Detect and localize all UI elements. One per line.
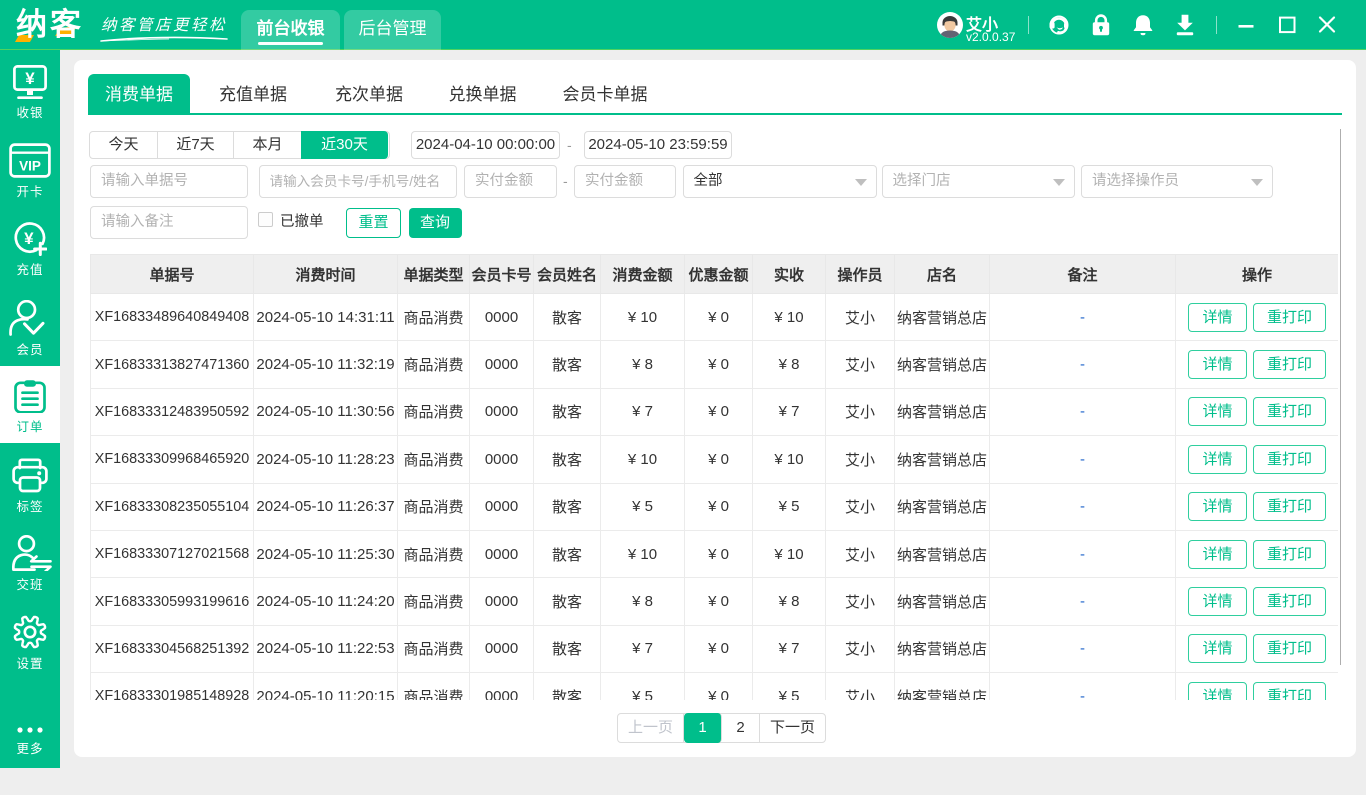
svg-text:¥: ¥ xyxy=(25,69,35,88)
svg-text:¥: ¥ xyxy=(24,229,34,248)
svg-text:VIP: VIP xyxy=(19,159,41,174)
